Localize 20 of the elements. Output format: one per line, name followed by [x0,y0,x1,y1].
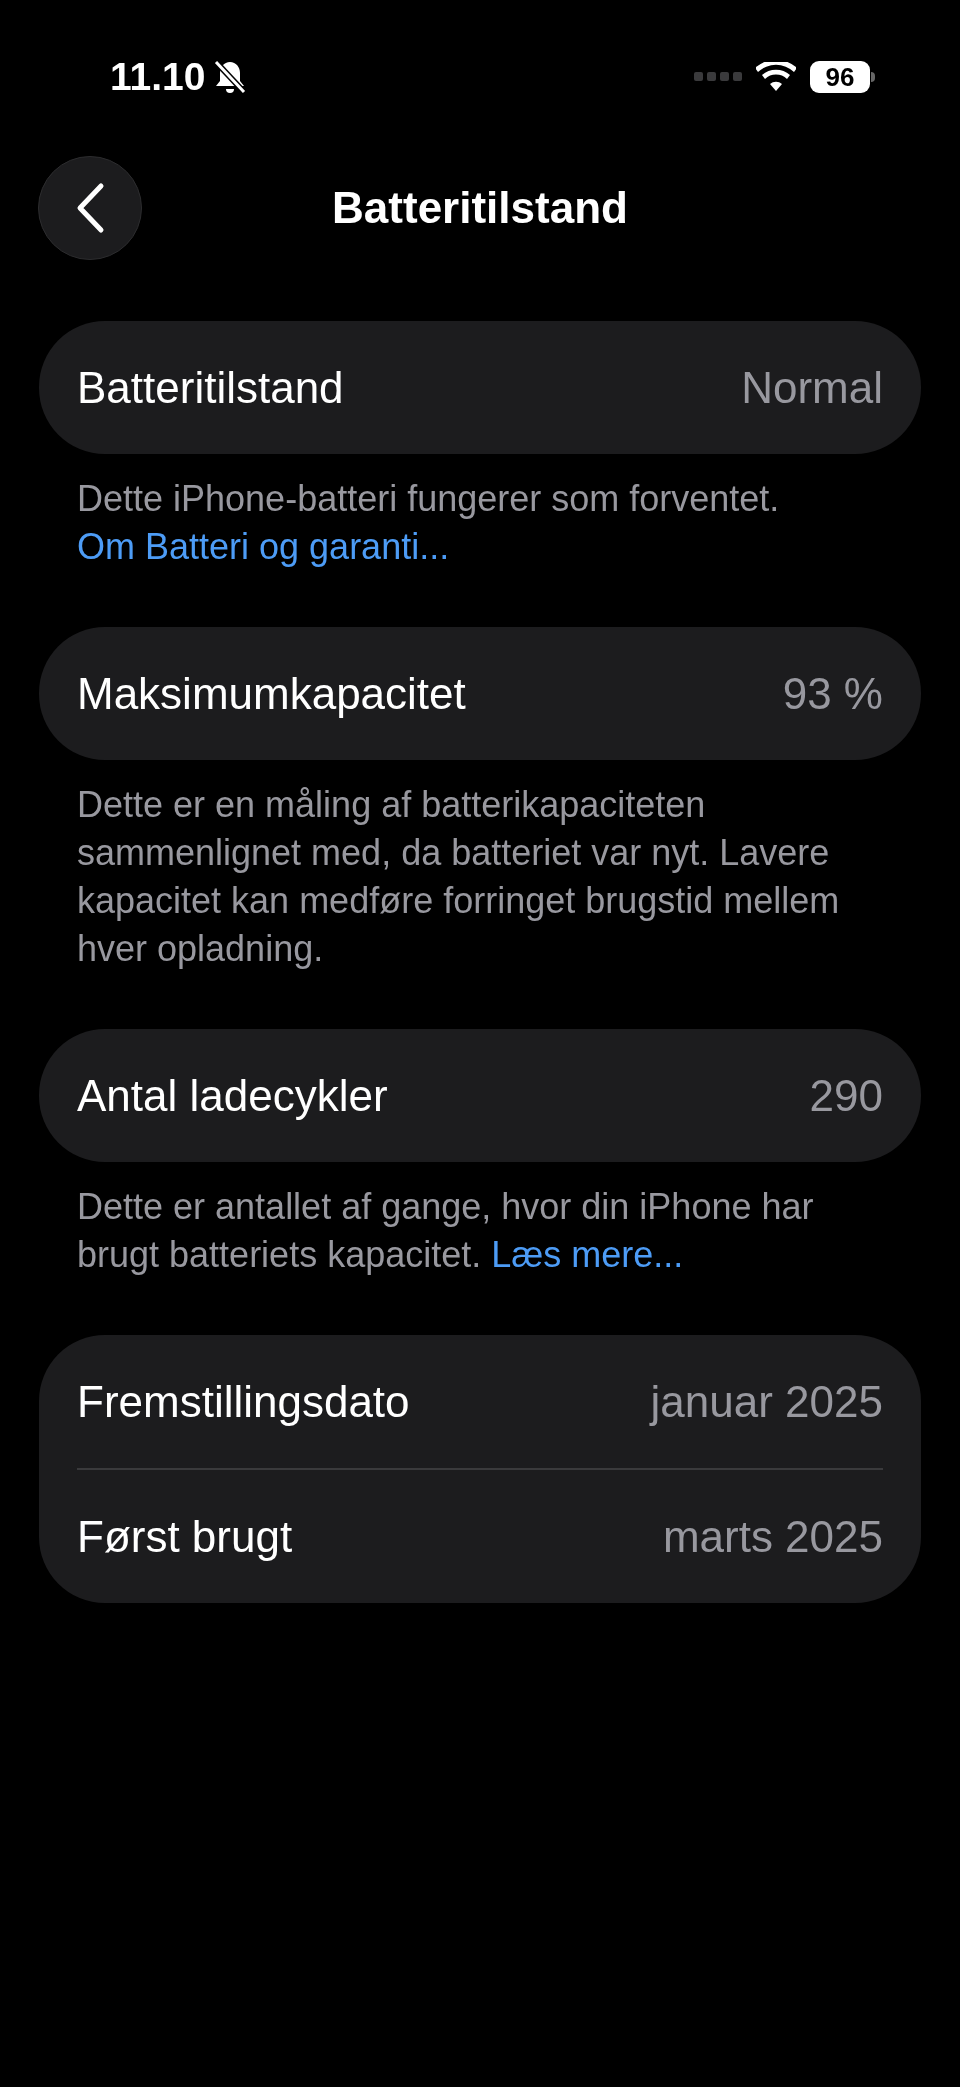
row-value: 290 [809,1069,883,1122]
footnote-text: Dette er antallet af gange, hvor din iPhone har brugt batteriets kapacitet. Læs mere... [76,1185,815,1277]
row-label: Antal ladecykler [77,1069,388,1122]
row-label: Fremstillingsdato [77,1375,410,1428]
row-label: Batteritilstand [77,361,344,414]
row-value: 93 % [782,667,883,720]
footnote-text: Dette er en måling af batterikapaciteten sammenlignet med, da batteriet var nyt. Lavere kapacitet kan medføre forringet brugstid mellem hver opladning. [76,783,841,971]
footnote-link[interactable]: Om Batteri og garanti... [77,526,450,567]
status-time: 11.10 [110,53,206,100]
row-value: januar 2025 [650,1375,883,1428]
row-label: Maksimumkapacitet [77,667,466,720]
row-value: marts 2025 [662,1510,883,1563]
wifi-icon [756,62,796,92]
chevron-left-icon [75,182,105,234]
row-label: Først brugt [77,1510,293,1563]
cellular-signal-icon [694,72,742,82]
page-title: Batteritilstand [332,182,628,234]
footnote-link[interactable]: Læs mere... [491,1234,684,1275]
footnote-text: Dette iPhone-batteri fungerer som forventet. Om Batteri og garanti... [76,477,781,569]
row-value: Normal [741,361,883,414]
